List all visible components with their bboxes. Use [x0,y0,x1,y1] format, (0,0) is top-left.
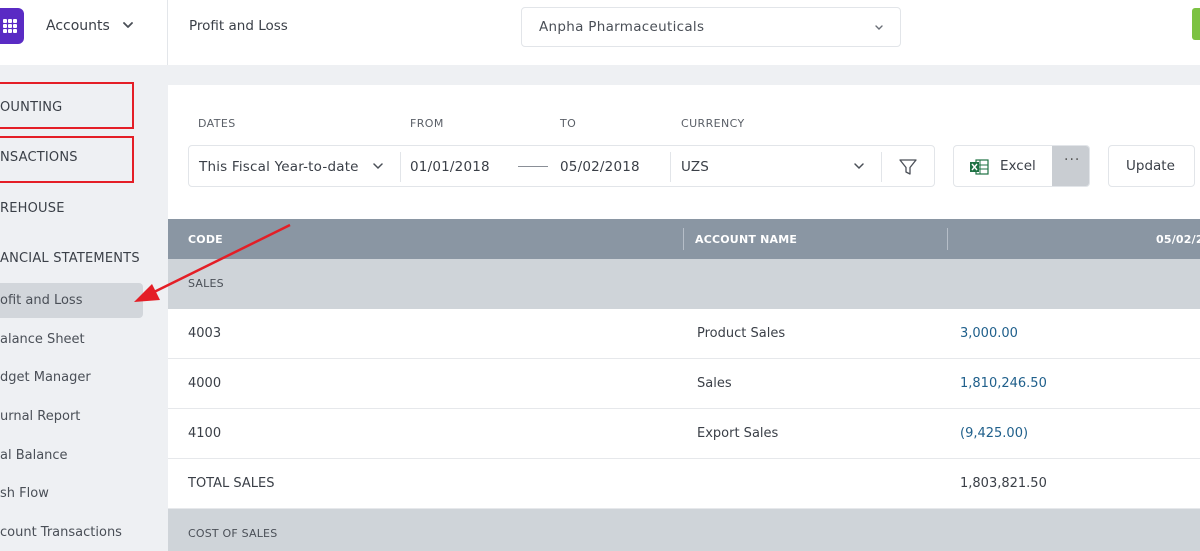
table-row[interactable]: 4100 Export Sales (9,425.00) [168,409,1200,459]
table-row[interactable]: 4000 Sales 1,810,246.50 [168,359,1200,409]
total-label: TOTAL SALES [188,476,275,491]
sidebar-item-cash-flow[interactable]: sh Flow [0,486,49,501]
date-range-dash [518,166,548,167]
more-icon: ··· [1064,152,1081,168]
account-code: 4003 [188,326,222,341]
top-bar: Accounts Profit and Loss Anpha Pharmaceu… [0,0,1200,65]
organization-name: Anpha Pharmaceuticals [539,19,705,35]
currency-label: CURRENCY [681,117,745,130]
app-name: Accounts [46,18,110,34]
total-amount: 1,803,821.50 [960,476,1047,491]
excel-label: Excel [1000,158,1036,174]
action-button[interactable] [1192,8,1200,40]
column-header-date[interactable]: 05/02/20 [1156,233,1200,246]
filter-bar: This Fiscal Year-to-date 01/01/2018 05/0… [188,145,935,187]
account-code: 4100 [188,426,222,441]
page-title: Profit and Loss [189,18,288,34]
account-name: Sales [697,376,732,391]
keypad-logo-icon [0,8,24,44]
sidebar-section-warehouse[interactable]: REHOUSE [0,201,65,216]
account-name: Product Sales [697,326,786,341]
currency-value: UZS [681,159,710,175]
dates-value: This Fiscal Year-to-date [199,159,359,175]
dates-label: DATES [198,117,236,130]
account-amount-link[interactable]: (9,425.00) [960,426,1028,441]
column-header-code[interactable]: CODE [188,233,223,246]
sidebar-item-account-transactions[interactable]: count Transactions [0,525,122,540]
update-button[interactable]: Update [1108,145,1195,187]
annotation-box-transactions [0,136,134,183]
to-date-input[interactable]: 05/02/2018 [560,159,640,175]
sidebar-item-balance-sheet[interactable]: alance Sheet [0,332,85,347]
account-name: Export Sales [697,426,779,441]
group-label: SALES [188,277,224,290]
dates-select[interactable]: This Fiscal Year-to-date [189,146,399,186]
account-code: 4000 [188,376,222,391]
table-row[interactable]: 4003 Product Sales 3,000.00 [168,309,1200,359]
group-label: COST OF SALES [188,527,278,540]
chevron-down-icon [875,25,883,30]
update-label: Update [1126,158,1175,174]
excel-export-button[interactable]: Excel ··· [953,145,1090,187]
more-options-button[interactable]: ··· [1052,146,1089,186]
sidebar-item-budget-manager[interactable]: dget Manager [0,370,91,385]
app-switcher[interactable]: Accounts [0,0,168,65]
to-label: TO [560,117,577,130]
sidebar-section-financial-statements[interactable]: ANCIAL STATEMENTS [0,251,140,266]
account-amount-link[interactable]: 1,810,246.50 [960,376,1047,391]
table-header: CODE ACCOUNT NAME 05/02/20 [168,219,1200,259]
sidebar-item-trial-balance[interactable]: al Balance [0,448,68,463]
from-date-input[interactable]: 01/01/2018 [410,159,490,175]
group-row-sales: SALES [168,259,1200,309]
organization-select[interactable]: Anpha Pharmaceuticals [521,7,901,47]
excel-icon [970,159,989,175]
chevron-down-icon[interactable] [122,18,134,32]
sidebar-item-profit-and-loss[interactable]: ofit and Loss [0,293,82,308]
account-amount-link[interactable]: 3,000.00 [960,326,1018,341]
chevron-down-icon [854,163,864,170]
column-header-account-name[interactable]: ACCOUNT NAME [695,233,797,246]
currency-select[interactable]: UZS [671,146,881,186]
from-label: FROM [410,117,444,130]
total-row-sales: TOTAL SALES 1,803,821.50 [168,459,1200,509]
chevron-down-icon [373,163,383,170]
funnel-icon[interactable] [897,156,919,178]
sidebar-item-journal-report[interactable]: urnal Report [0,409,80,424]
annotation-box-accounting [0,82,134,129]
group-row-cost-of-sales: COST OF SALES [168,509,1200,551]
